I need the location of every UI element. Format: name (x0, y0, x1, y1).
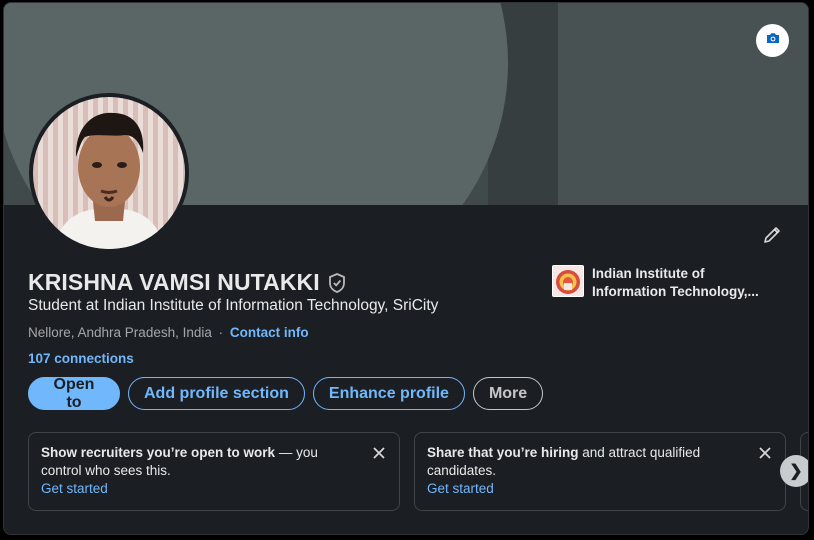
connections-link[interactable]: 107 connections (28, 351, 134, 366)
get-started-link[interactable]: Get started (427, 480, 745, 498)
promo-title: Show recruiters you’re open to work (41, 445, 276, 460)
institute-logo (552, 265, 584, 297)
close-icon[interactable] (371, 445, 387, 461)
profile-headline: Student at Indian Institute of Informati… (28, 297, 439, 314)
profile-card: KRISHNA VAMSI NUTAKKI Student at Indian … (3, 2, 809, 535)
open-to-button[interactable]: Open to (28, 376, 120, 411)
contact-info-link[interactable]: Contact info (230, 325, 309, 340)
edit-banner-button[interactable] (756, 24, 789, 57)
get-started-link[interactable]: Get started (41, 480, 359, 498)
education-link[interactable]: Indian Institute of Information Technolo… (552, 265, 772, 301)
close-icon[interactable] (757, 445, 773, 461)
education-name-line2: Information Technology,... (592, 284, 759, 299)
profile-avatar[interactable] (29, 93, 189, 253)
shield-check-icon[interactable] (327, 272, 347, 294)
enhance-profile-button[interactable]: Enhance profile (312, 377, 465, 410)
more-button[interactable]: More (472, 377, 544, 410)
profile-actions: Open to Add profile section Enhance prof… (28, 376, 544, 411)
chevron-right-icon: ❯ (789, 463, 803, 480)
separator: · (218, 325, 224, 340)
profile-location: Nellore, Andhra Pradesh, India (28, 325, 212, 340)
edit-intro-button[interactable] (758, 223, 786, 251)
profile-name: KRISHNA VAMSI NUTAKKI (28, 269, 320, 295)
promo-title: Share that you’re hiring (427, 445, 579, 460)
education-name-line1: Indian Institute of (592, 266, 705, 281)
pencil-icon (762, 225, 782, 250)
add-profile-section-button[interactable]: Add profile section (128, 377, 305, 410)
hiring-card: Share that you’re hiring and attract qua… (414, 432, 786, 511)
name-row: KRISHNA VAMSI NUTAKKI (28, 269, 347, 296)
carousel-next-button[interactable]: ❯ (780, 455, 808, 487)
open-to-work-card: Show recruiters you’re open to work — yo… (28, 432, 400, 511)
location-row: Nellore, Andhra Pradesh, India · Contact… (28, 325, 309, 340)
camera-icon (765, 30, 781, 51)
